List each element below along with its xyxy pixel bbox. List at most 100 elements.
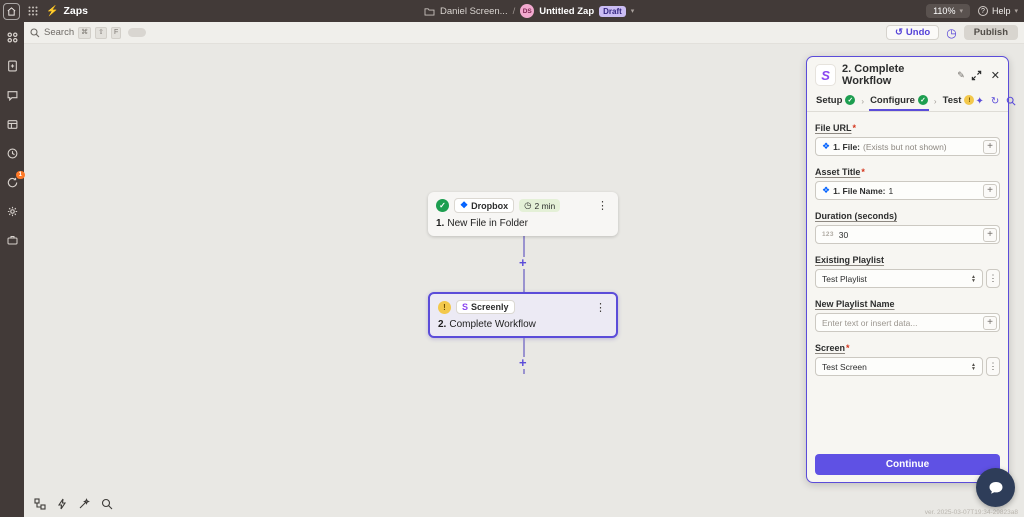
rename-step-button[interactable]: ✎ xyxy=(957,70,965,81)
magic-wand-icon xyxy=(79,498,90,509)
tab-separator: › xyxy=(861,96,865,106)
undo-button[interactable]: ↺ Undo xyxy=(885,25,940,40)
sidebar-item-workspace[interactable] xyxy=(5,233,19,247)
step1-duration-pill: ◷ 2 min xyxy=(519,199,561,212)
briefcase-icon xyxy=(7,236,17,245)
search-fields-button[interactable] xyxy=(1006,96,1016,106)
sidebar-item-settings[interactable] xyxy=(5,204,19,218)
setup-check-icon: ✓ xyxy=(845,95,856,105)
home-icon xyxy=(7,6,16,16)
home-button[interactable] xyxy=(3,2,20,20)
configure-form: File URL* ❖ 1. File: (Exists but not sho… xyxy=(807,112,1008,376)
field-duration: Duration (seconds) 123 30 + xyxy=(815,211,1000,244)
step2-number: 2. xyxy=(438,319,447,330)
step1-title: 1. New File in Folder xyxy=(436,218,610,229)
sidebar-item-notifications[interactable]: 1 xyxy=(5,171,25,189)
new-playlist-name-input[interactable]: Enter text or insert data... + xyxy=(815,313,1000,332)
search-input[interactable]: Search ⌘ ⇧ F xyxy=(30,26,147,39)
zap-avatar: DS xyxy=(520,4,535,18)
step2-menu-button[interactable]: ⋮ xyxy=(593,301,608,314)
tab-test[interactable]: Test ! xyxy=(942,91,976,111)
asset-title-input[interactable]: ❖ 1. File Name: 1 + xyxy=(815,181,1000,200)
tab-setup[interactable]: Setup ✓ xyxy=(815,91,856,111)
help-label: Help xyxy=(991,6,1011,16)
insert-data-button[interactable]: + xyxy=(983,139,997,154)
help-button[interactable]: ? Help ▾ xyxy=(977,6,1018,16)
existing-playlist-select[interactable]: Test Playlist ▲ ▼ xyxy=(815,269,983,288)
version-history-icon[interactable]: ◷ xyxy=(946,27,956,39)
zoom-level-button[interactable]: 110% ▾ xyxy=(926,4,970,18)
sidebar-item-tables[interactable] xyxy=(5,117,19,131)
app-grid-button[interactable] xyxy=(28,6,38,16)
step-card-dropbox[interactable]: ✓ ❖ Dropbox ◷ 2 min ⋮ 1. New File in Fold… xyxy=(428,192,618,236)
help-chevron-icon: ▾ xyxy=(1014,8,1018,15)
autoplay-button[interactable] xyxy=(57,498,67,510)
search-placeholder: Search xyxy=(44,27,75,38)
add-step-button-1[interactable]: + xyxy=(519,256,527,269)
continue-button[interactable]: Continue xyxy=(815,454,1000,475)
publish-button[interactable]: Publish xyxy=(963,25,1018,40)
required-asterisk: * xyxy=(846,343,850,353)
add-step-button-2[interactable]: + xyxy=(519,356,527,369)
canvas-zoom-button[interactable] xyxy=(101,498,113,510)
canvas-tools xyxy=(34,498,113,510)
screen-select[interactable]: Test Screen ▲ ▼ xyxy=(815,357,983,376)
zap-title[interactable]: Untitled Zap xyxy=(539,6,594,17)
sidebar-item-messages[interactable] xyxy=(5,88,19,102)
field-new-playlist-name-label: New Playlist Name xyxy=(815,299,895,309)
panel-header-actions: ✕ xyxy=(971,69,1000,82)
left-sidebar: 1 xyxy=(0,22,25,517)
warning-icon: ! xyxy=(438,300,451,314)
insert-data-button[interactable]: + xyxy=(983,183,997,198)
step2-app-pill[interactable]: S Screenly xyxy=(456,300,515,314)
duration-input[interactable]: 123 30 + xyxy=(815,225,1000,244)
undo-icon: ↺ xyxy=(894,27,903,38)
screen-options-button[interactable]: ⋮ xyxy=(986,357,1000,376)
screen-value: Test Screen xyxy=(822,361,867,372)
sidebar-item-new-doc[interactable] xyxy=(5,59,19,73)
zap-menu-chevron-icon[interactable]: ▾ xyxy=(631,7,635,15)
history-refresh-icon xyxy=(7,177,17,187)
screenly-icon: S xyxy=(462,302,469,312)
breadcrumb-folder[interactable]: Daniel Screen... xyxy=(440,6,508,17)
panel-tabs: Setup ✓ › Configure ✓ › Test ! ✦ ↻ xyxy=(807,91,1016,112)
question-icon: ? xyxy=(977,6,988,16)
breadcrumb-separator: / xyxy=(512,5,516,17)
notification-badge: 1 xyxy=(15,171,25,179)
chat-icon xyxy=(7,90,17,101)
tab-configure[interactable]: Configure ✓ xyxy=(869,91,929,111)
field-screen-label: Screen* xyxy=(815,343,850,353)
required-asterisk: * xyxy=(861,167,865,177)
refresh-fields-button[interactable]: ↻ xyxy=(991,96,999,107)
build-version: ver. 2025-03-07T19:34-29823a8 xyxy=(924,509,1018,516)
expand-panel-button[interactable] xyxy=(971,70,982,81)
magic-tools-button[interactable] xyxy=(78,498,90,510)
field-asset-title-label: Asset Title* xyxy=(815,167,865,177)
close-panel-button[interactable]: ✕ xyxy=(991,69,1000,82)
step2-header: ! S Screenly ⋮ xyxy=(438,300,608,314)
grid-icon xyxy=(28,6,38,16)
step-card-screenly[interactable]: ! S Screenly ⋮ 2. Complete Workflow xyxy=(428,292,618,338)
insert-data-button[interactable]: + xyxy=(983,227,997,242)
step2-name: Complete Workflow xyxy=(449,319,536,330)
sidebar-item-history[interactable] xyxy=(5,146,19,160)
gear-icon xyxy=(7,206,17,216)
copilot-button[interactable]: ✦ xyxy=(975,96,983,107)
step1-number: 1. xyxy=(436,218,445,229)
file-url-input[interactable]: ❖ 1. File: (Exists but not shown) + xyxy=(815,137,1000,156)
kbd-f: F xyxy=(110,26,122,39)
table-icon xyxy=(7,119,17,129)
step1-name: New File in Folder xyxy=(447,218,528,229)
sidebar-item-dashboard[interactable] xyxy=(5,30,19,44)
step1-app-pill[interactable]: ❖ Dropbox xyxy=(454,198,515,213)
step1-menu-button[interactable]: ⋮ xyxy=(595,199,610,212)
tab-test-label: Test xyxy=(942,94,962,106)
search-scope-pill xyxy=(128,28,147,37)
existing-playlist-options-button[interactable]: ⋮ xyxy=(986,269,1000,288)
support-chat-button[interactable] xyxy=(976,468,1015,507)
insert-data-button[interactable]: + xyxy=(983,315,997,330)
field-duration-label: Duration (seconds) xyxy=(815,211,898,221)
tab-setup-label: Setup xyxy=(816,94,843,106)
path-view-button[interactable] xyxy=(34,498,46,510)
required-asterisk: * xyxy=(852,123,857,133)
